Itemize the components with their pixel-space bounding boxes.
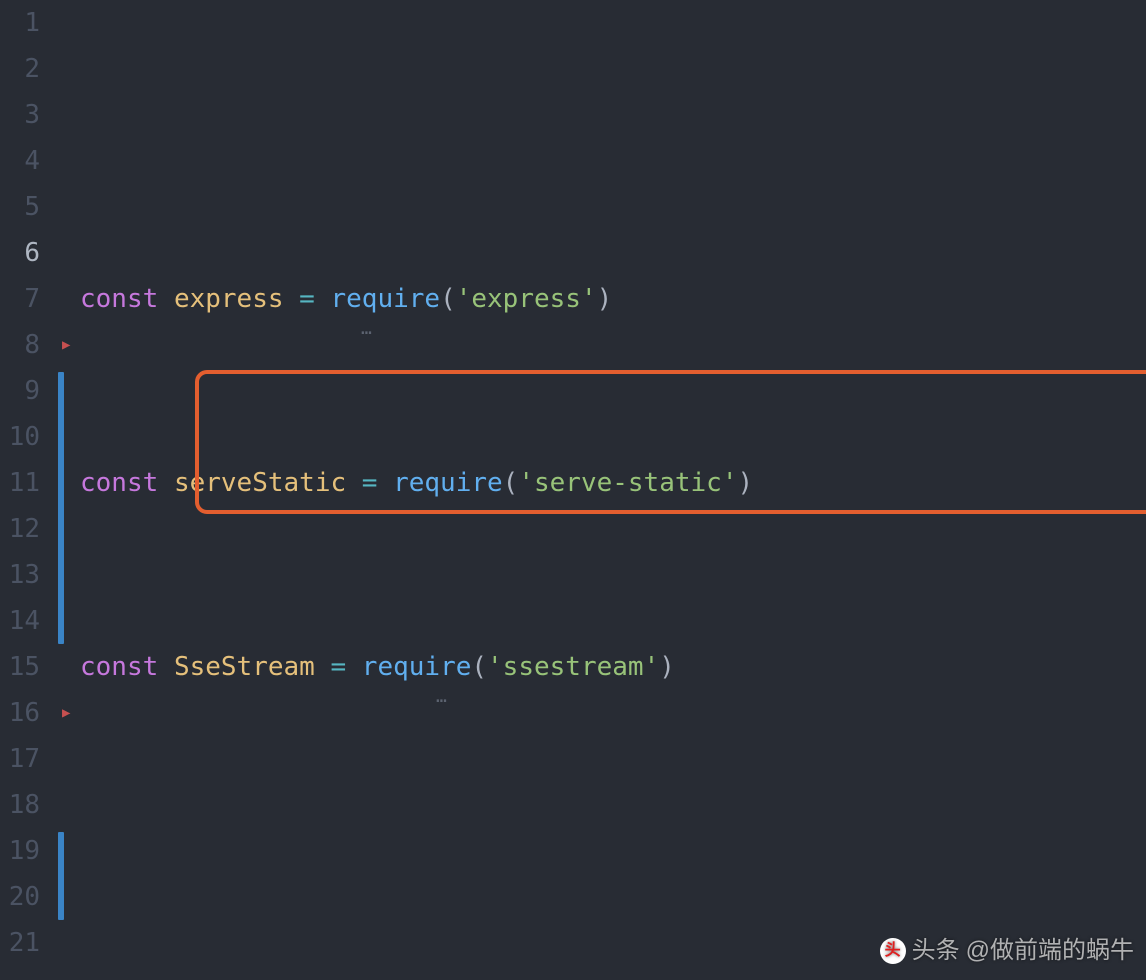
line-number[interactable]: 14	[0, 598, 40, 644]
code-line[interactable]	[76, 828, 1146, 874]
function-call: require	[330, 284, 440, 314]
inline-hint-icon[interactable]: …	[361, 306, 374, 352]
git-diff-bar[interactable]	[58, 372, 64, 644]
code-editor[interactable]: 1 2 3 4 5 6 7 8 9 10 11 12 13 14 15 16 1…	[0, 0, 1146, 980]
operator: =	[284, 284, 331, 314]
line-number[interactable]: 8	[0, 322, 40, 368]
watermark-prefix: 头条	[912, 928, 960, 974]
line-number[interactable]: 15	[0, 644, 40, 690]
line-number[interactable]: 1	[0, 0, 40, 46]
watermark-handle: @做前端的蜗牛	[966, 928, 1134, 974]
inline-hint-icon[interactable]: …	[436, 674, 449, 720]
line-number-gutter[interactable]: 1 2 3 4 5 6 7 8 9 10 11 12 13 14 15 16 1…	[0, 0, 60, 980]
code-line[interactable]: const SseStream = require('ssestream')…	[76, 644, 1146, 690]
line-number[interactable]: 13	[0, 552, 40, 598]
line-number[interactable]: 17	[0, 736, 40, 782]
line-number[interactable]: 2	[0, 46, 40, 92]
line-number[interactable]: 10	[0, 414, 40, 460]
line-number[interactable]: 20	[0, 874, 40, 920]
fold-marker-icon[interactable]: ▶	[62, 690, 70, 736]
toutiao-icon: 头	[880, 938, 906, 964]
line-number[interactable]: 7	[0, 276, 40, 322]
variable: express	[174, 284, 284, 314]
line-number[interactable]: 21	[0, 920, 40, 966]
variable: SseStream	[174, 652, 315, 682]
line-number[interactable]: 16	[0, 690, 40, 736]
line-number[interactable]: 3	[0, 92, 40, 138]
line-number[interactable]: 4	[0, 138, 40, 184]
line-number[interactable]: 19	[0, 828, 40, 874]
line-number[interactable]: 5	[0, 184, 40, 230]
fold-marker-icon[interactable]: ▶	[62, 322, 70, 368]
string: 'express'	[456, 284, 597, 314]
code-area[interactable]: const express = require('express')… cons…	[76, 0, 1146, 980]
watermark: 头 头条 @做前端的蜗牛	[880, 928, 1134, 974]
variable: serveStatic	[174, 468, 346, 498]
line-number[interactable]: 11	[0, 460, 40, 506]
git-diff-bar[interactable]	[58, 832, 64, 920]
line-number[interactable]: 12	[0, 506, 40, 552]
code-line[interactable]: const serveStatic = require('serve-stati…	[76, 460, 1146, 506]
code-line[interactable]: const express = require('express')…	[76, 276, 1146, 322]
line-number-active[interactable]: 6	[0, 230, 40, 276]
line-number[interactable]: 9	[0, 368, 40, 414]
line-number[interactable]: 18	[0, 782, 40, 828]
keyword: const	[80, 284, 158, 314]
